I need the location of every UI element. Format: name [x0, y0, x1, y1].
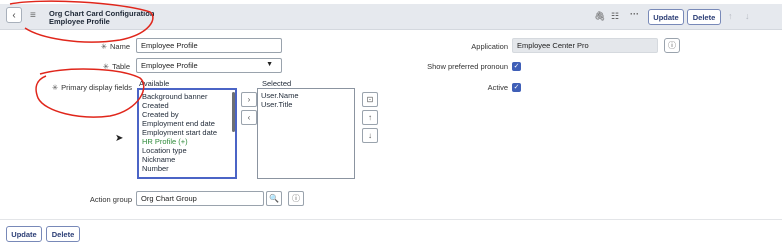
annotation-circle-title	[9, 0, 154, 43]
annotation-circle-primary-display	[35, 68, 145, 118]
annotation-overlay	[9, 0, 154, 118]
